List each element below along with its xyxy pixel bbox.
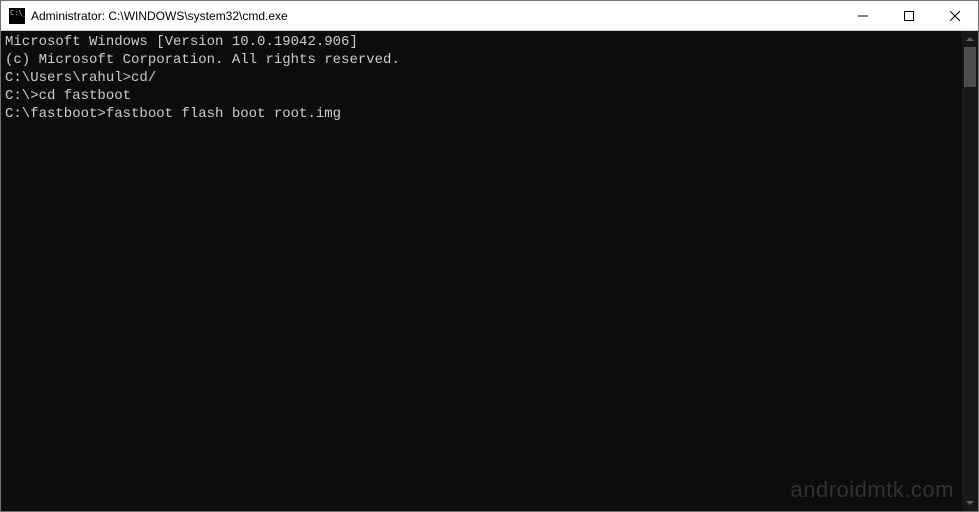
terminal-line: C:\>cd fastboot xyxy=(5,87,958,105)
terminal-line: C:\Users\rahul>cd/ xyxy=(5,69,958,87)
cmd-icon xyxy=(9,8,25,24)
terminal-area: Microsoft Windows [Version 10.0.19042.90… xyxy=(1,31,978,511)
terminal-content[interactable]: Microsoft Windows [Version 10.0.19042.90… xyxy=(1,31,962,511)
terminal-line: Microsoft Windows [Version 10.0.19042.90… xyxy=(5,33,958,51)
scroll-down-arrow-icon[interactable] xyxy=(962,495,978,511)
window-controls xyxy=(840,1,978,30)
minimize-icon xyxy=(858,11,868,21)
scroll-track[interactable] xyxy=(962,47,978,495)
titlebar[interactable]: Administrator: C:\WINDOWS\system32\cmd.e… xyxy=(1,1,978,31)
terminal-line: (c) Microsoft Corporation. All rights re… xyxy=(5,51,958,69)
scroll-thumb[interactable] xyxy=(964,47,976,87)
window-title: Administrator: C:\WINDOWS\system32\cmd.e… xyxy=(31,9,840,23)
scrollbar[interactable] xyxy=(962,31,978,511)
scroll-up-arrow-icon[interactable] xyxy=(962,31,978,47)
close-button[interactable] xyxy=(932,1,978,30)
close-icon xyxy=(950,11,960,21)
maximize-button[interactable] xyxy=(886,1,932,30)
cmd-window: Administrator: C:\WINDOWS\system32\cmd.e… xyxy=(0,0,979,512)
maximize-icon xyxy=(904,11,914,21)
terminal-line: C:\fastboot>fastboot flash boot root.img xyxy=(5,105,958,123)
minimize-button[interactable] xyxy=(840,1,886,30)
